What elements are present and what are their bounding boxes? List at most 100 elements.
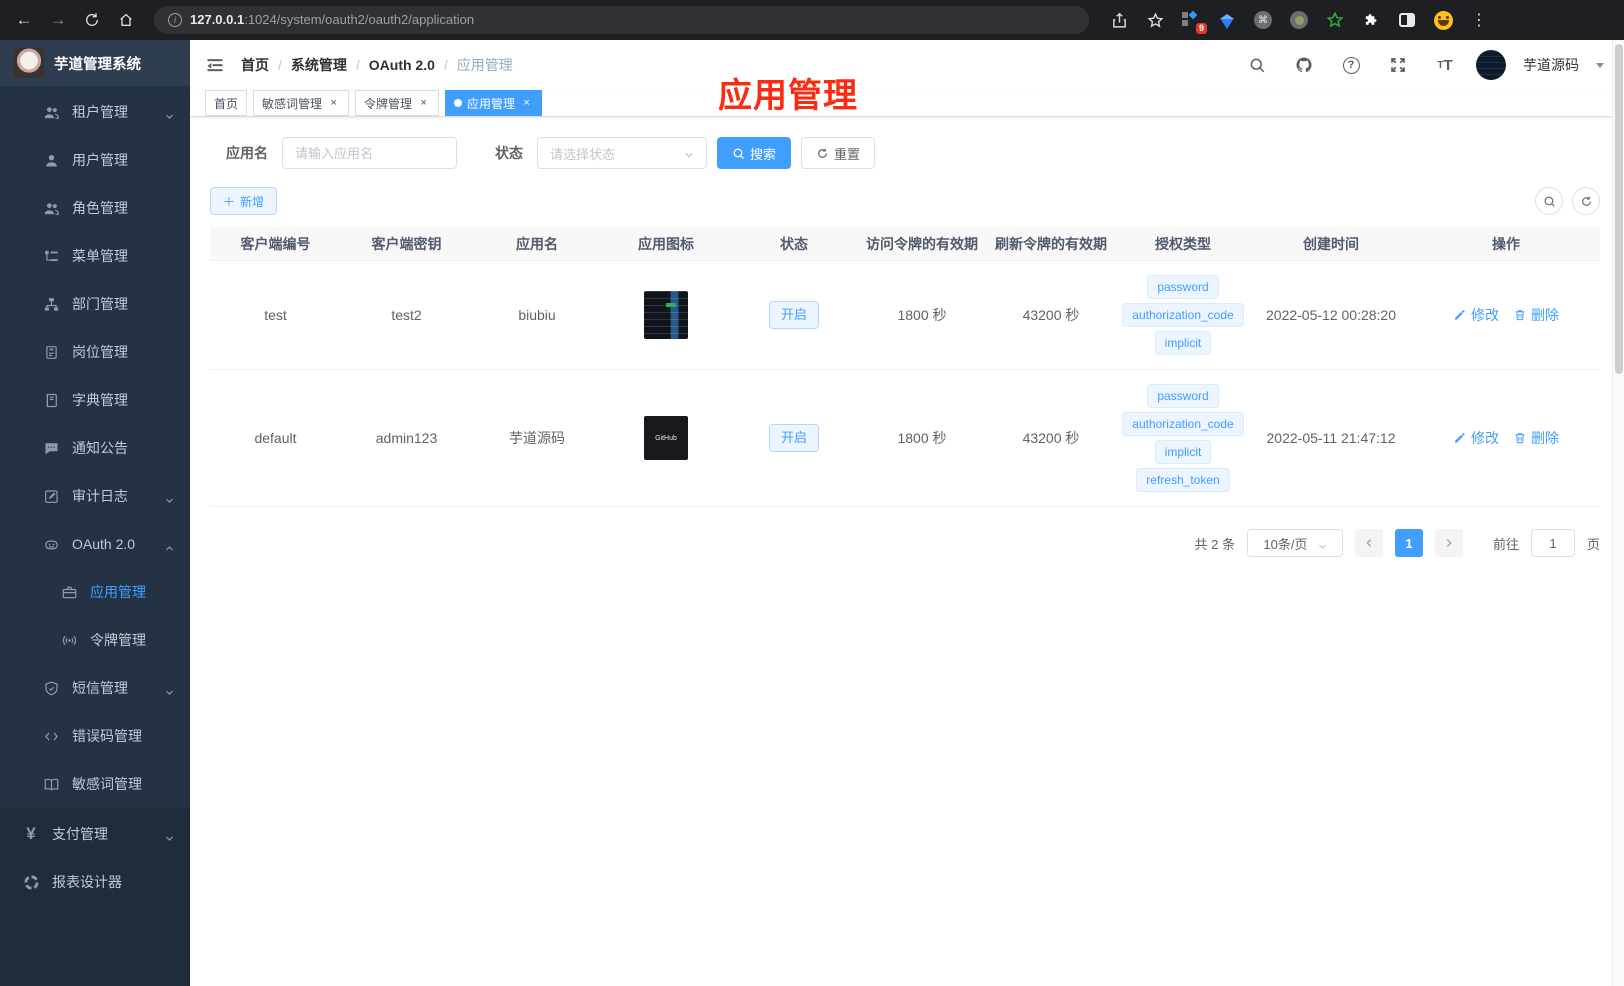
- share-icon[interactable]: [1109, 10, 1129, 30]
- page-number-1[interactable]: 1: [1394, 529, 1423, 557]
- navbar-actions: ? TT 芋道源码: [1241, 49, 1604, 81]
- chrome-menu-icon[interactable]: ⋮: [1469, 10, 1489, 30]
- sitemap-icon: [42, 295, 60, 313]
- tab-首页[interactable]: 首页: [205, 90, 248, 116]
- tab-敏感词管理[interactable]: 敏感词管理 ×: [253, 90, 350, 116]
- pagination-total: 共 2 条: [1194, 536, 1235, 552]
- sidebar-item-租户管理[interactable]: 租户管理: [0, 88, 190, 136]
- sidebar-item-通知公告[interactable]: 通知公告: [0, 424, 190, 472]
- delete-button[interactable]: 删除: [1513, 305, 1559, 325]
- page-size-select[interactable]: 10条/页: [1246, 529, 1343, 557]
- sidebar-item-部门管理[interactable]: 部门管理: [0, 280, 190, 328]
- chevron-down-icon: [165, 684, 174, 695]
- sidebar-item-字典管理[interactable]: 字典管理: [0, 376, 190, 424]
- cell-client-id: default: [254, 430, 297, 446]
- sidebar-item-错误码管理[interactable]: 错误码管理: [0, 712, 190, 760]
- sidebar-item-label: 菜单管理: [72, 248, 128, 264]
- font-size-icon[interactable]: TT: [1429, 49, 1461, 81]
- search-button[interactable]: 搜索: [717, 137, 792, 169]
- sidebar-item-短信管理[interactable]: 短信管理: [0, 664, 190, 712]
- command-extension-icon[interactable]: ⌘: [1253, 10, 1273, 30]
- chevron-up-icon: [165, 540, 174, 550]
- breadcrumb-item[interactable]: 首页: [241, 55, 269, 75]
- sidebar-item-令牌管理[interactable]: 令牌管理: [0, 616, 190, 664]
- back-icon[interactable]: ←: [10, 6, 38, 34]
- table-body: test test2 biubiu 开启 1800 秒 43200 秒 password au…: [210, 261, 1600, 507]
- edit-button[interactable]: 修改: [1453, 428, 1499, 448]
- forward-icon[interactable]: →: [44, 6, 72, 34]
- user-avatar[interactable]: [1476, 50, 1506, 80]
- sidebar-item-敏感词管理[interactable]: 敏感词管理: [0, 760, 190, 808]
- sidebar-item-label: 角色管理: [72, 200, 128, 216]
- column-header-grant-types: 授权类型: [1155, 235, 1211, 252]
- search-icon[interactable]: [1241, 49, 1273, 81]
- emoji-extension-icon[interactable]: [1433, 10, 1453, 30]
- tags-view-bar: 首页 敏感词管理 × 令牌管理 × 应用管理 ×: [190, 90, 1624, 117]
- browser-chrome: ← → i 127.0.0.1:1024/system/oauth2/oauth…: [0, 0, 1624, 40]
- app-logo[interactable]: 芋道管理系统: [0, 40, 190, 86]
- collapse-sidebar-icon[interactable]: [205, 55, 225, 75]
- cell-app-icon: GitHub: [602, 416, 730, 460]
- sidebar-item-OAuth 2.0[interactable]: OAuth 2.0: [0, 520, 190, 568]
- sidebar-item-应用管理[interactable]: 应用管理: [0, 568, 190, 616]
- shield-icon: [42, 679, 60, 697]
- site-info-icon[interactable]: i: [168, 13, 182, 27]
- add-button[interactable]: ＋ 新增: [210, 187, 278, 215]
- edit-button[interactable]: 修改: [1453, 305, 1499, 325]
- next-page-button[interactable]: [1434, 529, 1463, 557]
- help-icon[interactable]: ?: [1335, 49, 1367, 81]
- tab-label: 应用管理: [467, 96, 516, 111]
- side-panel-icon[interactable]: [1397, 10, 1417, 30]
- close-tab-icon[interactable]: ×: [417, 97, 430, 110]
- status-select-placeholder: 请选择状态: [550, 146, 616, 162]
- record-extension-icon[interactable]: [1289, 10, 1309, 30]
- scrollbar-thumb[interactable]: [1614, 44, 1623, 374]
- delete-button[interactable]: 删除: [1513, 428, 1559, 448]
- goto-suffix-label: 页: [1586, 536, 1600, 552]
- sidebar-item-支付管理[interactable]: ¥ 支付管理: [0, 810, 190, 858]
- sidebar-item-用户管理[interactable]: 用户管理: [0, 136, 190, 184]
- gem-extension-icon[interactable]: [1217, 10, 1237, 30]
- logo-rabbit-avatar: [14, 48, 44, 78]
- close-tab-icon[interactable]: ×: [520, 97, 533, 110]
- user-caret-down-icon[interactable]: [1596, 62, 1604, 68]
- report-ring-icon: [22, 873, 40, 891]
- address-bar[interactable]: i 127.0.0.1:1024/system/oauth2/oauth2/ap…: [154, 6, 1089, 34]
- status-badge[interactable]: 开启: [768, 301, 819, 329]
- username[interactable]: 芋道源码: [1523, 55, 1579, 75]
- reset-button[interactable]: 重置: [801, 137, 876, 169]
- sidebar-item-角色管理[interactable]: 角色管理: [0, 184, 190, 232]
- sidebar-item-报表设计器[interactable]: 报表设计器: [0, 858, 190, 906]
- fullscreen-icon[interactable]: [1382, 49, 1414, 81]
- puzzle-extension-icon[interactable]: [1361, 10, 1381, 30]
- bookmark-star-icon[interactable]: [1145, 10, 1165, 30]
- star-extension-icon[interactable]: [1325, 10, 1345, 30]
- tab-label: 令牌管理: [364, 96, 413, 111]
- window-scrollbar[interactable]: [1612, 40, 1624, 986]
- cell-status: 开启: [730, 301, 858, 329]
- sidebar-item-审计日志[interactable]: 审计日志: [0, 472, 190, 520]
- home-icon[interactable]: [112, 6, 140, 34]
- page-content: 应用名 状态 请选择状态 搜索 重置: [190, 117, 1624, 557]
- status-badge[interactable]: 开启: [768, 424, 819, 452]
- cell-refresh-token-ttl: 43200 秒: [1022, 430, 1080, 446]
- refresh-table-icon[interactable]: [1572, 187, 1600, 215]
- cell-client-secret: admin123: [375, 430, 438, 446]
- breadcrumb-item[interactable]: OAuth 2.0: [369, 57, 435, 73]
- goto-page-input[interactable]: [1530, 529, 1575, 557]
- breadcrumb-item[interactable]: 系统管理: [291, 55, 347, 75]
- status-select[interactable]: 请选择状态: [537, 137, 707, 169]
- grant-type-tag: implicit: [1154, 331, 1212, 355]
- tab-应用管理[interactable]: 应用管理 ×: [445, 90, 543, 116]
- app-name-input[interactable]: [282, 137, 457, 169]
- sidebar-item-菜单管理[interactable]: 菜单管理: [0, 232, 190, 280]
- toggle-search-icon[interactable]: [1535, 187, 1563, 215]
- tab-令牌管理[interactable]: 令牌管理 ×: [355, 90, 440, 116]
- extension-grid-icon[interactable]: 9: [1181, 10, 1207, 34]
- close-tab-icon[interactable]: ×: [327, 97, 340, 110]
- breadcrumb-separator: /: [355, 57, 360, 73]
- github-icon[interactable]: [1288, 49, 1320, 81]
- prev-page-button[interactable]: [1354, 529, 1383, 557]
- sidebar-item-岗位管理[interactable]: 岗位管理: [0, 328, 190, 376]
- reload-icon[interactable]: [78, 6, 106, 34]
